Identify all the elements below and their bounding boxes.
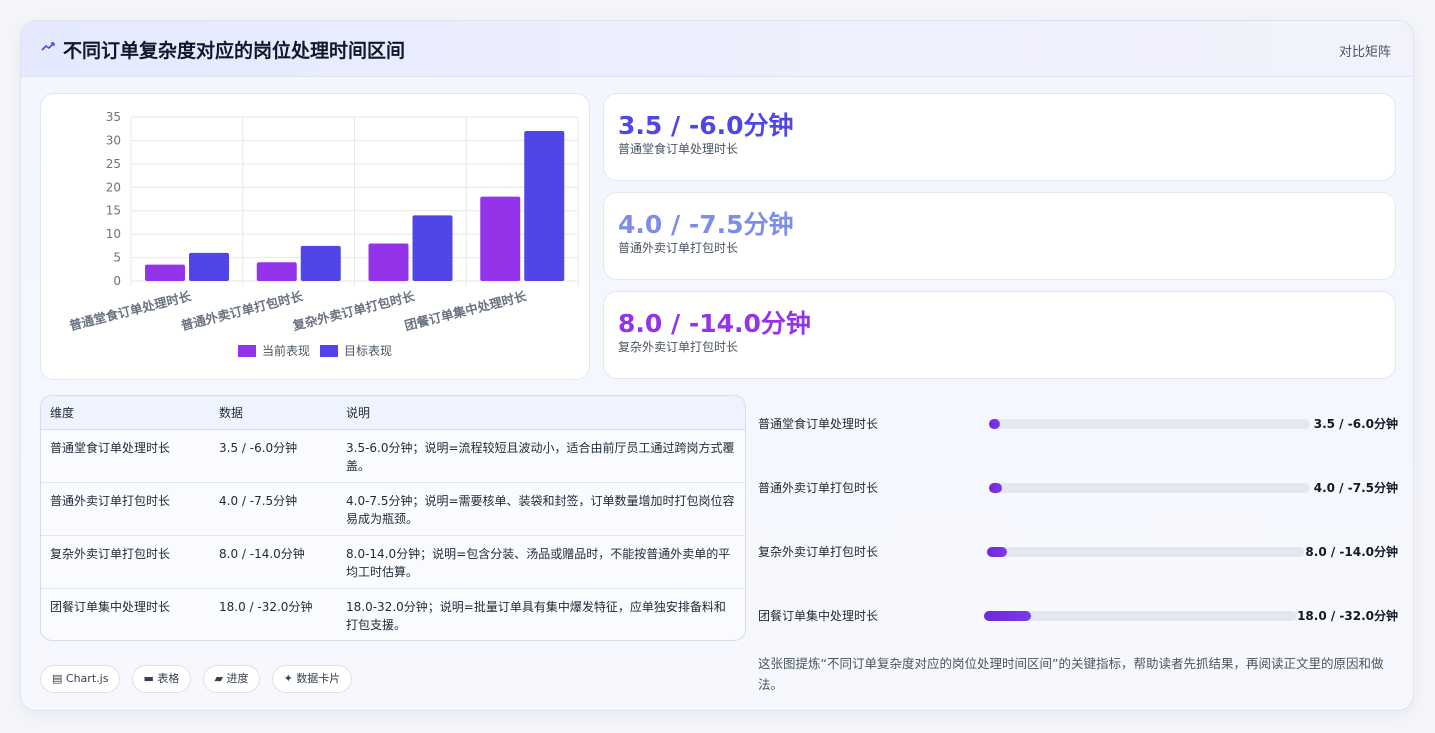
y-tick-label: 20 <box>106 180 121 194</box>
table-cell: 8.0 / -14.0分钟 <box>210 535 337 589</box>
x-tick-label: 复杂外卖订单打包时长 <box>290 288 416 333</box>
chip-label: 数据卡片 <box>296 672 341 685</box>
progress-track <box>989 483 1310 493</box>
stat-label: 普通堂食订单处理时长 <box>618 142 739 156</box>
progress-fill <box>984 611 1031 621</box>
card-header: 不同订单复杂度对应的岗位处理时间区间 对比矩阵 <box>21 21 1413 77</box>
table-cell: 18.0-32.0分钟；说明=批量订单具有集中爆发特征，应单独安排备料和打包支援… <box>346 599 726 632</box>
legend-label: 目标表现 <box>344 344 392 358</box>
table-cell: 复杂外卖订单打包时长 <box>41 535 210 589</box>
table-cell: 团餐订单集中处理时长 <box>50 599 171 614</box>
legend-label: 当前表现 <box>262 343 310 358</box>
y-tick-label: 10 <box>106 227 121 241</box>
chip-label: Chart.js <box>65 672 109 685</box>
progress-label: 普通堂食订单处理时长 <box>758 417 879 431</box>
table-cell: 4.0 / -7.5分钟 <box>210 482 337 536</box>
chip-data-card[interactable]: ✦ 数据卡片 <box>271 665 353 693</box>
stat-card: 8.0 / -14.0分钟 复杂外卖订单打包时长 <box>603 291 1396 379</box>
x-tick-label: 普通堂食订单处理时长 <box>68 288 193 333</box>
folder-icon: ▰ <box>214 672 223 685</box>
stat-value: 4.0 / -7.5分钟 <box>618 210 794 239</box>
chip-label: 进度 <box>226 672 249 685</box>
column-header: 数据 <box>210 396 337 430</box>
progress-track <box>987 547 1304 557</box>
stat-label: 复杂外卖订单打包时长 <box>618 340 739 354</box>
bar <box>480 196 521 281</box>
column-header: 说明 <box>337 396 745 430</box>
bar <box>189 252 229 281</box>
chip-progress[interactable]: ▰ 进度 <box>202 665 261 693</box>
dashboard-card: 不同订单复杂度对应的岗位处理时间区间 对比矩阵 0 5 10 15 20 25 30 35 普通… <box>20 20 1414 711</box>
progress-row: 团餐订单集中处理时长 18.0 / -32.0分钟 <box>758 605 1398 625</box>
progress-label: 普通外卖订单打包时长 <box>758 481 879 495</box>
progress-fill <box>989 483 1002 493</box>
stat-card: 4.0 / -7.5分钟 普通外卖订单打包时长 <box>603 192 1396 280</box>
table-cell: 4.0-7.5分钟；说明=需要核单、装袋和封签，订单数量增加时打包岗位容易成为瓶… <box>337 482 745 536</box>
table-cell: 普通外卖订单打包时长 <box>41 482 210 536</box>
data-table: 维度 数据 说明 普通堂食订单处理时长 3.5 / -6.0分钟 3.5-6.0… <box>40 395 746 641</box>
chart-icon: ▤ <box>52 672 63 685</box>
progress-value: 18.0 / -32.0分钟 <box>1297 609 1398 623</box>
bar <box>256 262 297 281</box>
table-cell: 18.0 / -32.0分钟 <box>219 599 313 614</box>
progress-track <box>989 419 1310 429</box>
bar <box>368 243 409 281</box>
summary-note: 这张图提炼“不同订单复杂度对应的岗位处理时间区间”的关键指标，帮助读者先抓结果，… <box>758 656 1384 692</box>
page-title: 不同订单复杂度对应的岗位处理时间区间 <box>63 40 406 62</box>
table-row: 复杂外卖订单打包时长 8.0 / -14.0分钟 8.0-14.0分钟；说明=包… <box>41 535 745 589</box>
bar <box>524 131 565 281</box>
stat-value: 8.0 / -14.0分钟 <box>618 309 811 338</box>
bar <box>412 215 453 281</box>
table-row: 普通外卖订单打包时长 4.0 / -7.5分钟 4.0-7.5分钟；说明=需要核… <box>41 482 745 536</box>
tag-chips: ▤ Chart.js ▬ 表格 ▰ 进度 ✦ 数据卡片 <box>40 665 358 693</box>
progress-row: 复杂外卖订单打包时长 8.0 / -14.0分钟 <box>758 541 1398 561</box>
y-tick-label: 30 <box>106 133 121 147</box>
progress-value: 8.0 / -14.0分钟 <box>1305 545 1398 559</box>
progress-track <box>984 611 1297 621</box>
table-row: 普通堂食订单处理时长 3.5 / -6.0分钟 3.5-6.0分钟；说明=流程较… <box>41 429 745 483</box>
stat-value: 3.5 / -6.0分钟 <box>618 111 794 140</box>
progress-row: 普通堂食订单处理时长 3.5 / -6.0分钟 <box>758 413 1398 433</box>
y-tick-label: 0 <box>113 274 121 288</box>
column-header: 维度 <box>41 396 210 430</box>
table-cell: 3.5 / -6.0分钟 <box>210 429 337 483</box>
bar-chart: 0 5 10 15 20 25 30 35 普通堂食订单处理时长 普通外卖订单打包时长 复杂外卖订单… <box>40 93 590 380</box>
progress-label: 复杂外卖订单打包时长 <box>758 545 879 559</box>
progress-value: 4.0 / -7.5分钟 <box>1313 481 1398 495</box>
y-tick-label: 35 <box>106 110 121 124</box>
chart-svg: 0 5 10 15 20 25 30 35 普通堂食订单处理时长普通外卖订单打包时长复杂外卖订单… <box>68 110 579 358</box>
view-tag: 对比矩阵 <box>1338 45 1391 60</box>
trend-icon <box>41 40 55 56</box>
legend-swatch <box>320 345 338 357</box>
chip-label: 表格 <box>157 672 180 685</box>
progress-fill <box>989 419 1001 429</box>
bar <box>300 245 341 281</box>
chip-chartjs[interactable]: ▤ Chart.js <box>40 665 121 693</box>
sparkle-icon: ✦ <box>283 672 293 685</box>
chip-table[interactable]: ▬ 表格 <box>131 665 192 693</box>
progress-row: 普通外卖订单打包时长 4.0 / -7.5分钟 <box>758 477 1398 497</box>
progress-fill <box>987 547 1007 557</box>
table-icon: ▬ <box>143 672 154 685</box>
bar <box>145 264 185 281</box>
x-tick-label: 团餐订单集中处理时长 <box>403 288 528 333</box>
table-cell: 3.5-6.0分钟；说明=流程较短且波动小，适合由前厅员工通过跨岗方式覆盖。 <box>337 429 745 483</box>
table-cell: 8.0-14.0分钟；说明=包含分装、汤品或赠品时，不能按普通外卖单的平均工时估… <box>337 535 745 589</box>
legend-swatch <box>238 345 256 357</box>
x-tick-label: 普通外卖订单打包时长 <box>179 288 304 333</box>
y-tick-label: 25 <box>106 157 121 171</box>
stat-card: 3.5 / -6.0分钟 普通堂食订单处理时长 <box>603 93 1396 181</box>
y-tick-label: 5 <box>113 251 121 265</box>
table-cell: 普通堂食订单处理时长 <box>41 429 210 483</box>
table-header-row: 维度 数据 说明 <box>41 396 745 430</box>
progress-label: 团餐订单集中处理时长 <box>758 609 879 623</box>
stat-label: 普通外卖订单打包时长 <box>618 241 739 255</box>
y-tick-label: 15 <box>106 204 121 218</box>
progress-value: 3.5 / -6.0分钟 <box>1313 417 1398 431</box>
table-row: 团餐订单集中处理时长 18.0 / -32.0分钟 18.0-32.0分钟；说明… <box>41 588 745 640</box>
